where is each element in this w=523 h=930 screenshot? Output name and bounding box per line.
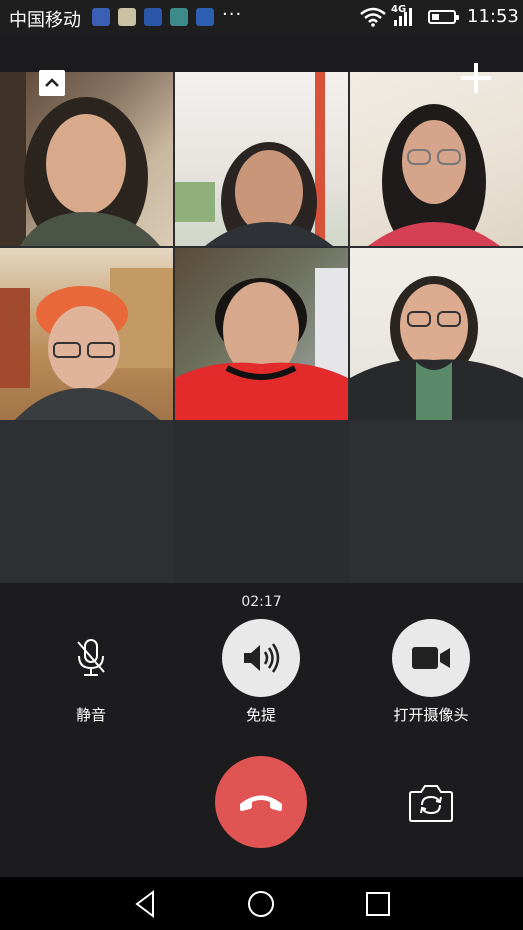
speaker-button[interactable] <box>222 619 300 697</box>
mute-button[interactable] <box>52 619 130 697</box>
signal-strength-icon <box>394 8 412 26</box>
participant-avatar <box>175 72 333 246</box>
participant-avatar <box>175 268 348 420</box>
participant-avatar <box>0 268 173 420</box>
recent-apps-icon[interactable] <box>363 889 393 919</box>
more-notifications-indicator: ··· <box>222 4 243 25</box>
video-camera-icon <box>412 647 450 669</box>
wifi-icon <box>360 7 386 27</box>
participant-avatar <box>0 72 160 246</box>
home-icon[interactable] <box>246 889 276 919</box>
battery-icon <box>428 10 459 24</box>
microphone-icon <box>77 639 105 676</box>
participant-avatar <box>350 276 523 420</box>
participant-video-tile[interactable] <box>350 72 523 246</box>
status-bar: 中国移动 ··· 4G 11:53 <box>0 0 523 36</box>
app-notification-icon <box>92 8 110 26</box>
carrier-name: 中国移动 <box>9 10 81 31</box>
switch-camera-icon[interactable] <box>408 783 454 823</box>
video-grid <box>0 72 523 583</box>
camera-label: 打开摄像头 <box>393 706 469 724</box>
add-participant-icon[interactable] <box>460 62 492 94</box>
news-app-icon <box>144 8 162 26</box>
empty-video-slot <box>175 420 348 583</box>
gallery-app-icon <box>170 8 188 26</box>
end-call-icon <box>240 795 282 811</box>
participant-video-tile[interactable] <box>0 72 173 246</box>
speaker-label: 免提 <box>245 706 276 724</box>
app-notification-icon <box>118 8 136 26</box>
call-duration: 02:17 <box>241 594 282 610</box>
participant-video-tile[interactable] <box>175 72 348 246</box>
empty-video-slot <box>350 420 523 583</box>
participant-video-tile[interactable] <box>175 248 348 420</box>
participant-avatar <box>368 104 500 246</box>
speaker-icon <box>244 643 280 673</box>
system-navigation-bar <box>0 877 523 930</box>
back-icon[interactable] <box>131 889 161 919</box>
participant-video-tile[interactable] <box>350 248 523 420</box>
hang-up-button[interactable] <box>215 756 307 848</box>
collapse-button[interactable] <box>39 70 65 96</box>
participant-video-tile[interactable] <box>0 248 173 420</box>
chevron-up-icon <box>45 78 59 87</box>
app-notification-icon <box>196 8 214 26</box>
mute-label: 静音 <box>75 706 106 724</box>
status-time: 11:53 <box>467 6 519 27</box>
camera-button[interactable] <box>392 619 470 697</box>
empty-video-slot <box>0 420 173 583</box>
call-header-area <box>0 36 523 72</box>
